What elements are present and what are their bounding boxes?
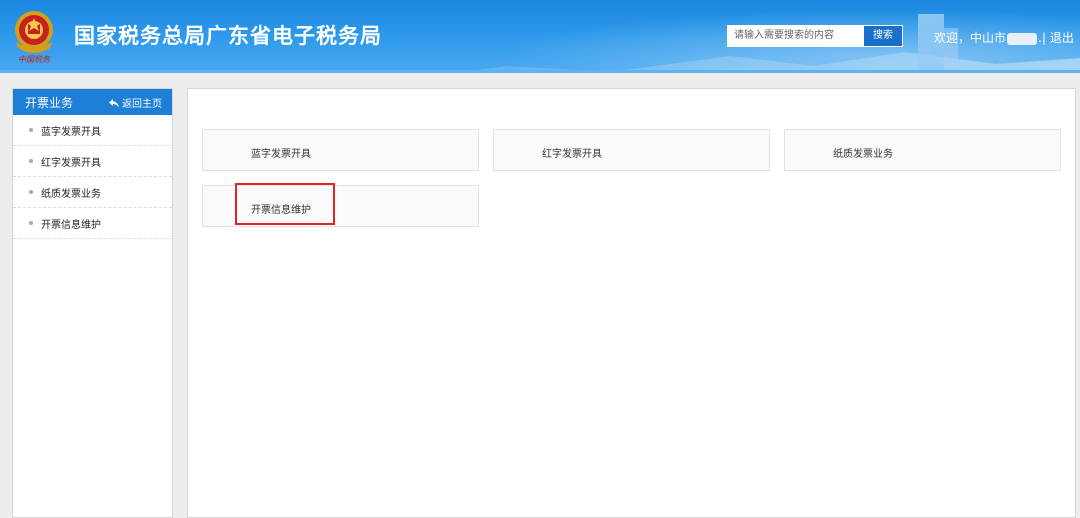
sidebar-item-label: 纸质发票业务	[41, 189, 101, 200]
sidebar-title: 开票业务	[25, 96, 74, 110]
welcome-text: 欢迎，中山市..	[934, 29, 1046, 46]
tax-emblem-icon: 中国税务	[15, 11, 53, 64]
logout-area: | 退出	[1042, 29, 1074, 46]
search-button[interactable]: 搜索	[863, 25, 903, 47]
sidebar-item-label: 开票信息维护	[41, 220, 101, 231]
redacted-name	[1007, 32, 1038, 45]
sidebar: 开票业务 返回主页 蓝字发票开具 红字发票开具 纸质发票业务 开票信息维护	[12, 88, 173, 518]
back-home-label: 返回主页	[122, 99, 162, 110]
sidebar-item-label: 红字发票开具	[41, 158, 101, 169]
arrow-back-icon	[108, 99, 119, 108]
sidebar-item-red-invoice[interactable]: 红字发票开具	[13, 146, 172, 177]
card-label: 纸质发票业务	[833, 149, 893, 160]
search-input[interactable]: 请输入需要搜索的内容	[727, 25, 863, 47]
sidebar-item-paper-invoice[interactable]: 纸质发票业务	[13, 177, 172, 208]
card-label: 蓝字发票开具	[251, 149, 311, 160]
emblem-text: 中国税务	[18, 55, 51, 64]
sidebar-item-invoice-info[interactable]: 开票信息维护	[13, 208, 172, 239]
bullet-icon	[29, 221, 33, 225]
header-separator: |	[1042, 31, 1047, 45]
logout-link[interactable]: 退出	[1050, 31, 1074, 45]
card-red-invoice[interactable]: 红字发票开具	[493, 129, 770, 171]
highlight-box	[235, 183, 335, 225]
card-label: 红字发票开具	[542, 149, 602, 160]
sidebar-item-label: 蓝字发票开具	[41, 127, 101, 138]
card-paper-invoice[interactable]: 纸质发票业务	[784, 129, 1061, 171]
bullet-icon	[29, 159, 33, 163]
site-header: 中国税务 国家税务总局广东省电子税务局 请输入需要搜索的内容 搜索 欢迎，中山市…	[0, 0, 1080, 73]
back-home-link[interactable]: 返回主页	[108, 95, 162, 110]
header-strip	[0, 70, 1080, 73]
sidebar-item-blue-invoice[interactable]: 蓝字发票开具	[13, 115, 172, 146]
card-blue-invoice[interactable]: 蓝字发票开具	[202, 129, 479, 171]
bullet-icon	[29, 190, 33, 194]
welcome-label: 欢迎，中山市	[934, 31, 1007, 45]
site-title: 国家税务总局广东省电子税务局	[74, 24, 382, 48]
bullet-icon	[29, 128, 33, 132]
sidebar-header: 开票业务 返回主页	[13, 89, 172, 115]
